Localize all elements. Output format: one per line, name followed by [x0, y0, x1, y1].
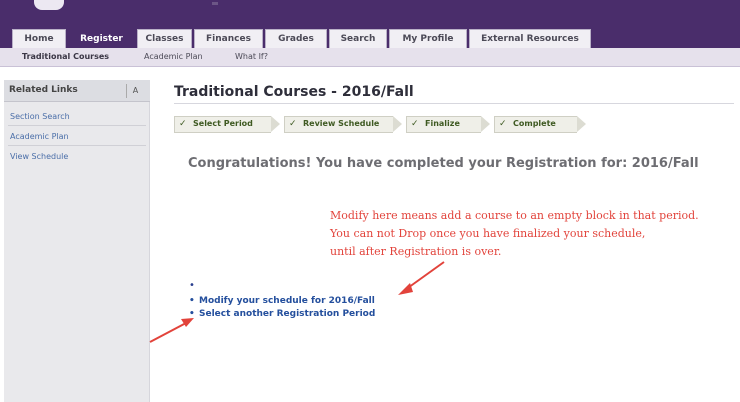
select-period-label: Select another Registration Period — [199, 309, 376, 319]
arrow-to-modify-link — [404, 261, 445, 291]
sidebar-title: Related Links — [9, 85, 78, 95]
step-complete: ✓ Complete — [494, 116, 586, 133]
tab-classes[interactable]: Classes — [137, 29, 192, 48]
tab-finances[interactable]: Finances — [194, 29, 263, 48]
modify-schedule-link[interactable]: • Modify your schedule for 2016/Fall — [189, 296, 375, 306]
sidebar-divider — [8, 145, 146, 146]
tab-home[interactable]: Home — [12, 29, 66, 48]
tab-register[interactable]: Register — [68, 29, 135, 48]
sidebar-link-academic-plan[interactable]: Academic Plan — [10, 132, 69, 141]
step-finalize: ✓ Finalize — [406, 116, 490, 133]
modify-schedule-label: Modify your schedule for 2016/Fall — [199, 296, 375, 306]
page-title: Traditional Courses - 2016/Fall — [174, 84, 414, 100]
tab-my-profile[interactable]: My Profile — [389, 29, 467, 48]
tab-search[interactable]: Search — [329, 29, 387, 48]
empty-bullet: • — [189, 280, 195, 291]
sidebar-link-view-schedule[interactable]: View Schedule — [10, 152, 68, 161]
check-icon: ✓ — [289, 119, 297, 129]
sub-nav: Traditional Courses Academic Plan What I… — [0, 48, 740, 67]
tab-grades[interactable]: Grades — [265, 29, 327, 48]
title-divider — [174, 103, 734, 104]
check-icon: ✓ — [499, 119, 507, 129]
step-label: Review Schedule — [303, 119, 380, 128]
check-icon: ✓ — [179, 119, 187, 129]
sub-nav-academic-plan[interactable]: Academic Plan — [144, 52, 203, 61]
top-banner — [0, 0, 740, 27]
tab-external-resources[interactable]: External Resources — [469, 29, 591, 48]
main-tab-bar: Home Register Classes Finances Grades Se… — [0, 27, 740, 48]
logo — [34, 0, 64, 10]
step-label: Complete — [513, 119, 556, 128]
select-registration-period-link[interactable]: • Select another Registration Period — [189, 309, 375, 319]
bullet: • — [189, 309, 195, 319]
sidebar-divider — [8, 125, 146, 126]
step-label: Select Period — [193, 119, 253, 128]
bullet: • — [189, 296, 195, 306]
sub-nav-what-if[interactable]: What If? — [235, 52, 268, 61]
banner-mark — [212, 2, 218, 5]
arrow-to-select-period-link — [149, 322, 187, 343]
sidebar-link-section-search[interactable]: Section Search — [10, 112, 70, 121]
annotation-line: until after Registration is over. — [330, 245, 502, 258]
step-label: Finalize — [425, 119, 460, 128]
arrow-head — [398, 283, 413, 295]
annotation-line: Modify here means add a course to an emp… — [330, 209, 699, 222]
check-icon: ✓ — [411, 119, 419, 129]
step-select-period: ✓ Select Period — [174, 116, 280, 133]
related-links-sidebar: Related Links A Section Search Academic … — [4, 80, 150, 402]
step-review-schedule: ✓ Review Schedule — [284, 116, 402, 133]
completion-message: Congratulations! You have completed your… — [188, 156, 699, 171]
sidebar-collapse-toggle[interactable]: A — [126, 84, 144, 98]
annotation-line: You can not Drop once you have finalized… — [330, 227, 646, 240]
arrow-head — [181, 318, 194, 327]
sidebar-header: Related Links A — [4, 80, 150, 102]
sub-nav-traditional-courses[interactable]: Traditional Courses — [22, 52, 109, 61]
